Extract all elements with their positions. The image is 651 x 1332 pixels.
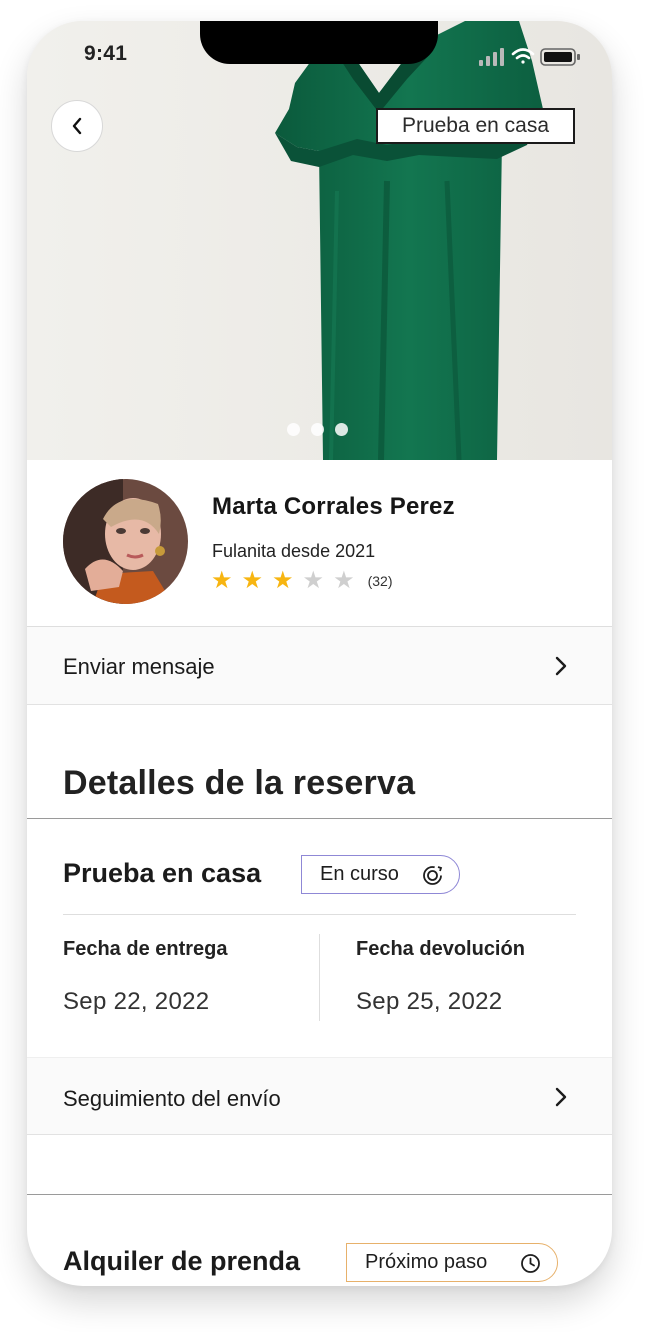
review-count: (32) xyxy=(367,573,393,589)
product-image-carousel[interactable]: 9:41 Prueba en casa xyxy=(27,21,612,460)
device-notch xyxy=(200,21,438,64)
clock-icon xyxy=(521,1254,540,1273)
status-badge-in-progress: En curso xyxy=(301,855,460,894)
carousel-dots[interactable] xyxy=(287,423,348,436)
phone-frame: 9:41 Prueba en casa Marta Corrales Perez… xyxy=(27,21,612,1286)
rating: ★ ★ ★ ★ ★ (32) xyxy=(211,569,392,593)
divider xyxy=(63,914,576,915)
send-message-label: Enviar mensaje xyxy=(63,654,215,679)
booking-details-title: Detalles de la reserva xyxy=(63,764,416,802)
wifi-icon xyxy=(511,48,535,64)
delivery-date-label: Fecha de entrega xyxy=(63,938,228,960)
status-icons xyxy=(479,48,580,66)
shipment-tracking-row[interactable]: Seguimiento del envío xyxy=(27,1057,612,1135)
carousel-dot[interactable] xyxy=(335,423,348,436)
owner-profile[interactable]: Marta Corrales Perez Fulanita desde 2021… xyxy=(27,460,612,627)
chevron-right-icon xyxy=(555,1087,567,1107)
divider xyxy=(319,934,320,1021)
status-badge-label: En curso xyxy=(320,863,399,885)
service-tag: Prueba en casa xyxy=(376,108,575,144)
home-trial-title: Prueba en casa xyxy=(63,858,262,888)
return-date-label: Fecha devolución xyxy=(356,938,525,960)
star-icon: ★ xyxy=(272,567,294,594)
avatar xyxy=(63,479,188,604)
star-icon: ★ xyxy=(333,567,355,594)
chevron-left-icon xyxy=(72,117,82,135)
back-button[interactable] xyxy=(51,100,103,152)
delivery-date-value: Sep 22, 2022 xyxy=(63,988,210,1015)
status-time: 9:41 xyxy=(84,42,128,65)
star-icon: ★ xyxy=(241,567,264,594)
dress-photo xyxy=(27,21,612,460)
chevron-right-icon xyxy=(555,656,567,676)
signal-icon xyxy=(479,48,504,66)
divider xyxy=(27,818,612,819)
send-message-row[interactable]: Enviar mensaje xyxy=(27,627,612,705)
status-badge-label: Próximo paso xyxy=(365,1251,488,1273)
progress-spinner-icon xyxy=(423,866,443,885)
divider xyxy=(27,1194,612,1195)
rental-title: Alquiler de prenda xyxy=(63,1246,301,1276)
return-date-value: Sep 25, 2022 xyxy=(356,988,503,1015)
carousel-dot[interactable] xyxy=(311,423,324,436)
battery-icon xyxy=(540,48,580,66)
member-since: Fulanita desde 2021 xyxy=(212,541,376,561)
star-icon: ★ xyxy=(211,567,233,594)
owner-name: Marta Corrales Perez xyxy=(212,493,455,520)
shipment-tracking-label: Seguimiento del envío xyxy=(63,1086,281,1111)
star-icon: ★ xyxy=(302,567,325,594)
carousel-dot[interactable] xyxy=(287,423,300,436)
status-badge-next-step: Próximo paso xyxy=(346,1243,558,1282)
